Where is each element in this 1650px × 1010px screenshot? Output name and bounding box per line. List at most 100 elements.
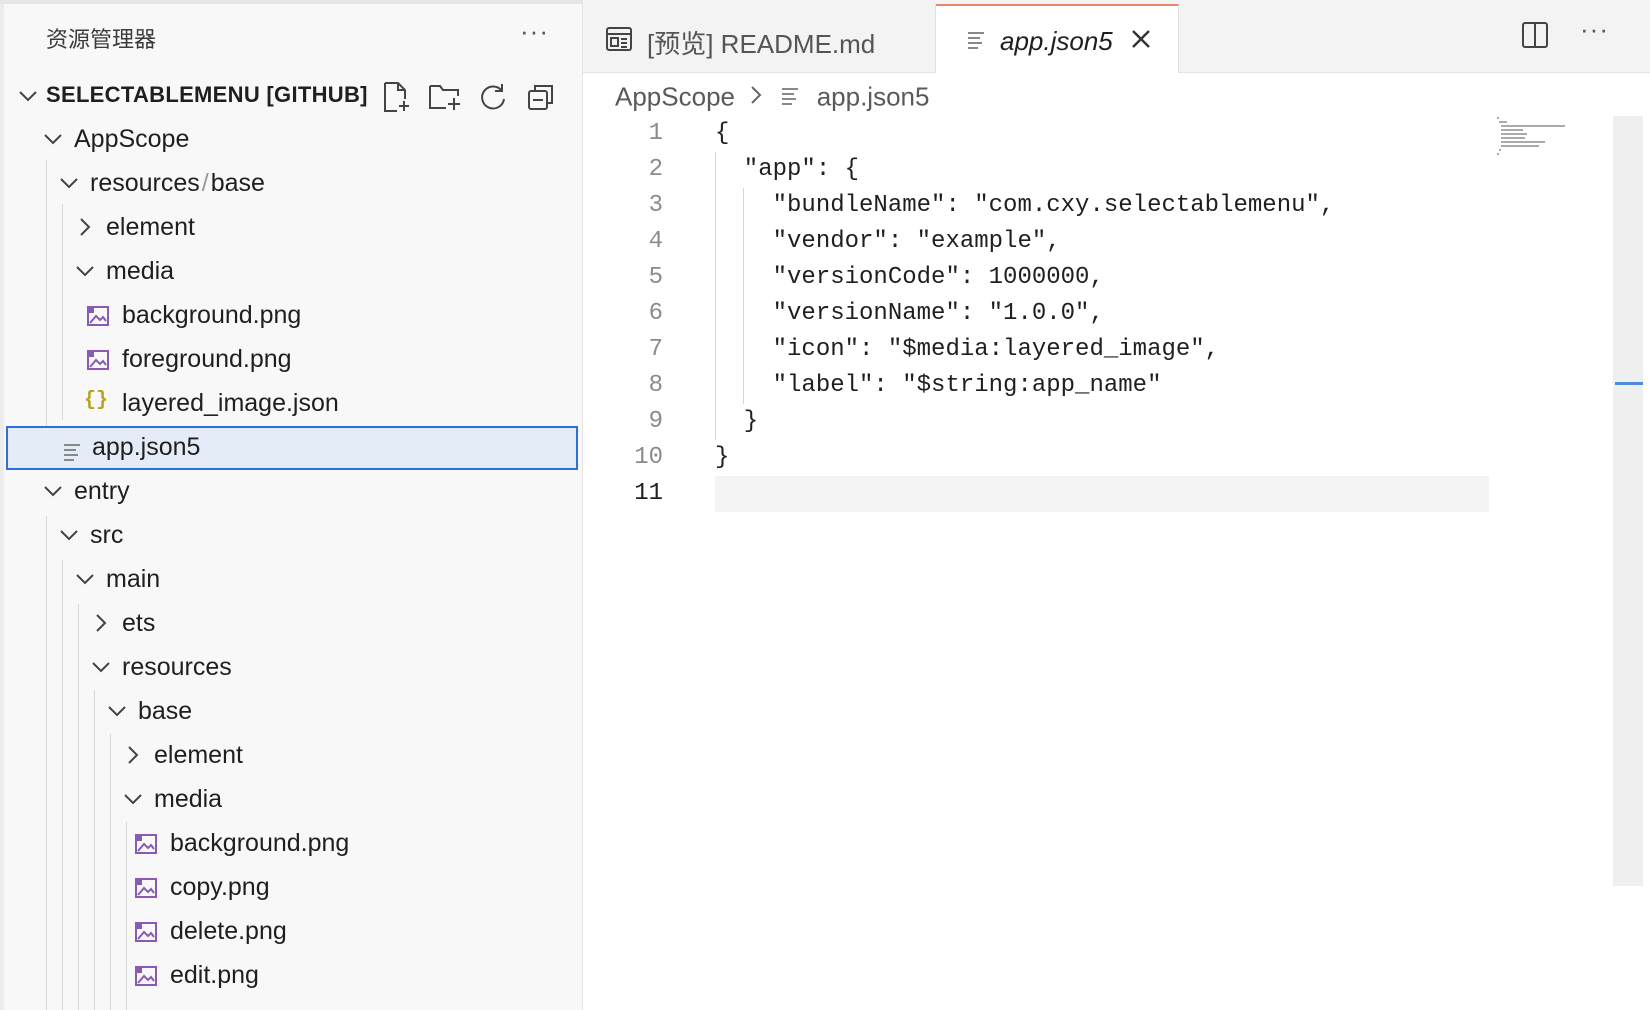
breadcrumb: AppScope app.json5 <box>615 80 929 114</box>
line-number: 1 <box>648 120 663 147</box>
project-header[interactable]: SELECTABLEMENU [GITHUB] <box>0 76 582 116</box>
tree-item-label: resources <box>90 169 200 197</box>
editor-more-button[interactable]: ··· <box>1580 14 1609 45</box>
chevron-right-icon <box>748 82 764 113</box>
tree-item-label: layered_image.json <box>122 389 339 417</box>
line-text: { <box>715 120 730 147</box>
tab-bar: [预览] README.md app.json5 ··· <box>583 0 1650 73</box>
split-editor-icon[interactable] <box>1520 20 1550 55</box>
text-file-icon <box>966 30 986 55</box>
tab-label: app.json5 <box>1000 26 1113 56</box>
preview-icon <box>605 26 633 57</box>
code-line: 2 "app": { <box>583 152 1493 188</box>
chevron-down-icon <box>90 656 112 678</box>
text-file-icon <box>62 440 86 464</box>
tree-item-label: src <box>90 521 124 549</box>
image-file-icon <box>134 832 158 856</box>
code-line: 9 } <box>583 404 1493 440</box>
collapse-all-icon[interactable] <box>524 80 558 114</box>
tab-app-json5[interactable]: app.json5 <box>936 4 1179 73</box>
line-text: "app": { <box>715 156 860 183</box>
line-number: 7 <box>648 336 663 363</box>
tree-item-label: base <box>210 169 265 197</box>
chevron-down-icon <box>106 700 128 722</box>
refresh-icon[interactable] <box>476 80 510 114</box>
explorer-sidebar: 资源管理器 ··· SELECTABLEMENU [GITHUB] AppSco… <box>0 0 583 1010</box>
chevron-down-icon <box>122 788 144 810</box>
tree-item-label: element <box>154 741 243 769</box>
new-folder-icon[interactable] <box>428 80 462 114</box>
line-number: 6 <box>648 300 663 327</box>
tree-item-resources-base[interactable]: resources/base <box>0 162 582 206</box>
tree-item-media-2[interactable]: media <box>0 778 582 822</box>
text-file-icon <box>781 82 799 113</box>
line-text: } <box>715 408 759 435</box>
code-line: 6 "versionName": "1.0.0", <box>583 296 1493 332</box>
new-file-icon[interactable] <box>380 80 414 114</box>
chevron-down-icon <box>74 568 96 590</box>
image-file-icon <box>134 964 158 988</box>
tree-item-foreground-png[interactable]: foreground.png <box>0 338 582 382</box>
tree-item-copy-png[interactable]: copy.png <box>0 866 582 910</box>
editor-area: [预览] README.md app.json5 ··· AppScope ap… <box>583 0 1650 1010</box>
breadcrumb-segment-appscope[interactable]: AppScope <box>615 82 735 112</box>
tree-item-label: delete.png <box>170 917 287 945</box>
tree-item-element-2[interactable]: element <box>0 734 582 778</box>
line-number: 3 <box>648 192 663 219</box>
tree-item-label: copy.png <box>170 873 270 901</box>
chevron-down-icon <box>58 524 80 546</box>
current-line-highlight <box>715 476 1489 512</box>
close-icon[interactable] <box>1128 26 1154 57</box>
tree-item-background-png-2[interactable]: background.png <box>0 822 582 866</box>
tree-item-label: media <box>106 257 175 285</box>
tree-item-base[interactable]: base <box>0 690 582 734</box>
tree-item-background-png[interactable]: background.png <box>0 294 582 338</box>
chevron-right-icon <box>90 612 112 634</box>
line-text: "bundleName": "com.cxy.selectablemenu", <box>715 192 1335 219</box>
tree-item-label: foreground.png <box>122 345 292 373</box>
tree-item-label: app.json5 <box>92 433 201 461</box>
explorer-title: 资源管理器 <box>46 27 157 52</box>
line-number: 10 <box>634 444 663 471</box>
tree-item-label: entry <box>74 477 130 505</box>
chevron-down-icon <box>58 172 80 194</box>
code-line: 7 "icon": "$media:layered_image", <box>583 332 1493 368</box>
image-file-icon <box>86 348 110 372</box>
tree-item-src[interactable]: src <box>0 514 582 558</box>
tree-item-label: element <box>106 213 195 241</box>
tree-item-resources[interactable]: resources <box>0 646 582 690</box>
tree-item-layered-image-json[interactable]: {} layered_image.json <box>0 382 582 426</box>
scrollbar-cursor-marker <box>1615 382 1643 385</box>
json-file-icon: {} <box>84 389 109 412</box>
line-text: "vendor": "example", <box>715 228 1061 255</box>
line-number: 2 <box>648 156 663 183</box>
line-number: 8 <box>648 372 663 399</box>
tree-item-app-json5[interactable]: app.json5 <box>6 426 578 470</box>
chevron-right-icon <box>74 216 96 238</box>
tree-item-label: media <box>154 785 223 813</box>
line-text: } <box>715 444 730 471</box>
tab-readme-preview[interactable]: [预览] README.md <box>583 4 936 72</box>
chevron-down-icon <box>42 480 64 502</box>
tree-item-label: base <box>138 697 193 725</box>
breadcrumb-segment-file[interactable]: app.json5 <box>817 82 930 112</box>
tree-item-appscope[interactable]: AppScope <box>0 118 582 162</box>
image-file-icon <box>86 304 110 328</box>
tree-item-media[interactable]: media <box>0 250 582 294</box>
explorer-more-button[interactable]: ··· <box>520 18 549 44</box>
tree-item-main[interactable]: main <box>0 558 582 602</box>
project-title: SELECTABLEMENU [GITHUB] <box>46 82 368 107</box>
tree-item-element[interactable]: element <box>0 206 582 250</box>
chevron-right-icon <box>122 744 144 766</box>
tree-item-edit-png[interactable]: edit.png <box>0 954 582 998</box>
line-text: "versionCode": 1000000, <box>715 264 1104 291</box>
tree-item-ets[interactable]: ets <box>0 602 582 646</box>
tree-item-delete-png[interactable]: delete.png <box>0 910 582 954</box>
image-file-icon <box>134 876 158 900</box>
line-number: 4 <box>648 228 663 255</box>
tree-item-label: background.png <box>122 301 302 329</box>
vertical-scrollbar[interactable] <box>1613 116 1643 886</box>
line-number: 9 <box>648 408 663 435</box>
code-line: 1{ <box>583 116 1493 152</box>
tree-item-entry[interactable]: entry <box>0 470 582 514</box>
